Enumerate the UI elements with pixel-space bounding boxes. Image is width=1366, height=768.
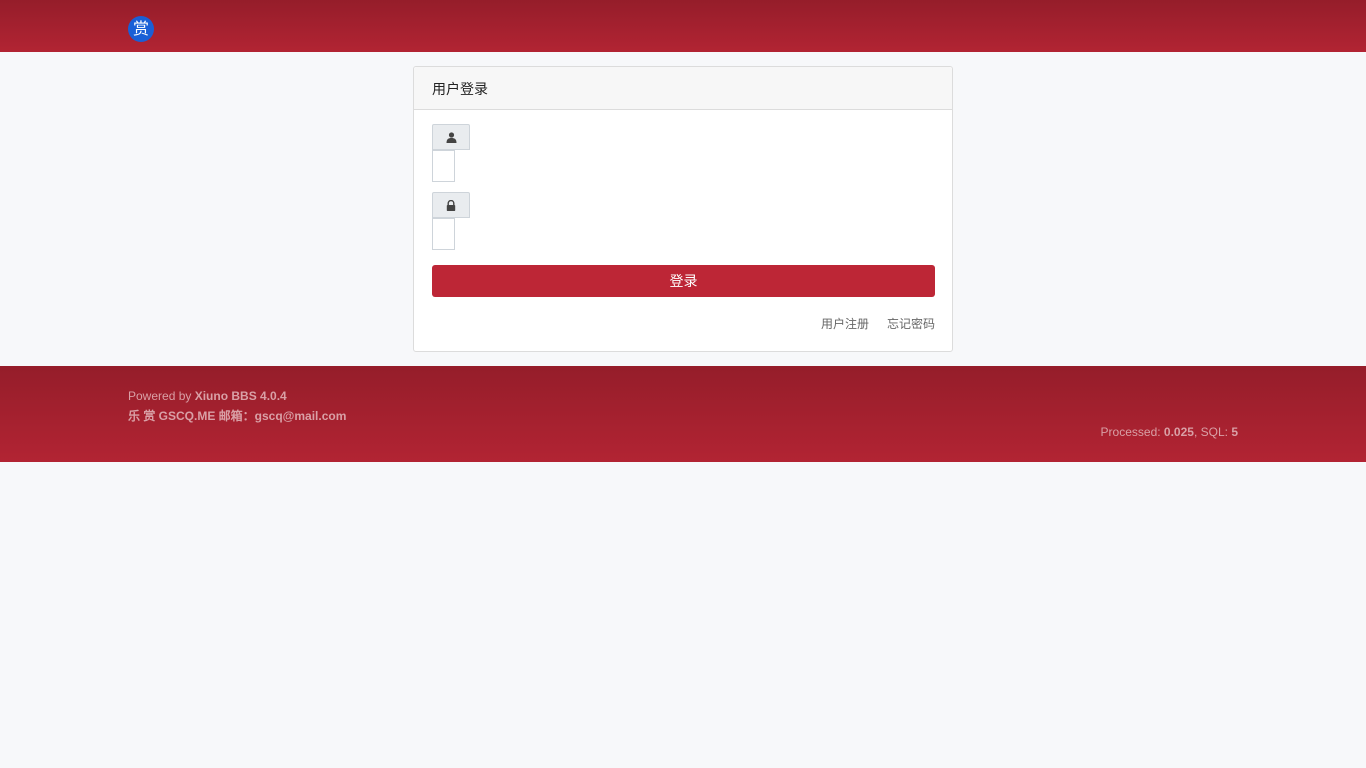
forgot-password-link[interactable]: 忘记密码 (887, 315, 935, 332)
processed-label: Processed: (1100, 425, 1164, 439)
password-input[interactable] (432, 218, 455, 250)
site-footer: Powered by Xiuno BBS 4.0.4 乐 赏 GSCQ.ME 邮… (0, 366, 1366, 462)
top-navbar: 赏 (0, 0, 1366, 52)
powered-name[interactable]: Xiuno BBS 4.0.4 (195, 389, 287, 403)
site-info-text: 乐 赏 GSCQ.ME 邮箱：gscq@mail.com (128, 409, 347, 423)
processed-value: 0.025 (1163, 425, 1194, 439)
username-input[interactable] (432, 150, 455, 182)
login-card: 用户登录 登录 用户注册 忘记密码 (413, 66, 953, 352)
processed-stats: Processed: 0.025, SQL: 5 (1101, 425, 1238, 439)
site-logo[interactable]: 赏 (128, 16, 154, 42)
register-link[interactable]: 用户注册 (821, 315, 869, 332)
card-header: 用户登录 (414, 67, 952, 110)
powered-by-text: Powered by Xiuno BBS 4.0.4 (128, 389, 287, 403)
lock-icon (446, 200, 456, 211)
powered-prefix: Powered by (128, 389, 195, 403)
login-button[interactable]: 登录 (432, 265, 935, 297)
card-title: 用户登录 (432, 82, 488, 98)
password-addon (432, 192, 470, 218)
user-icon (446, 132, 457, 143)
sql-value: 5 (1231, 425, 1238, 439)
sql-label: , SQL: (1193, 425, 1232, 439)
username-addon (432, 124, 470, 150)
